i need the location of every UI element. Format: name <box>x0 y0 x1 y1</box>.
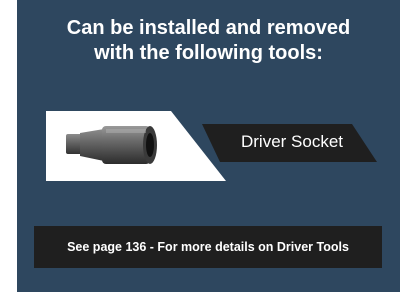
tool-info-panel: Can be installed and removed with the fo… <box>17 0 400 292</box>
heading-line-2: with the following tools: <box>94 42 323 64</box>
heading-line-1: Can be installed and removed <box>66 17 351 39</box>
footer-note: See page 136 - For more details on Drive… <box>34 226 382 268</box>
tool-name-label: Driver Socket <box>240 132 344 151</box>
panel-heading: Can be installed and removed with the fo… <box>17 16 400 66</box>
tool-image <box>46 111 226 181</box>
